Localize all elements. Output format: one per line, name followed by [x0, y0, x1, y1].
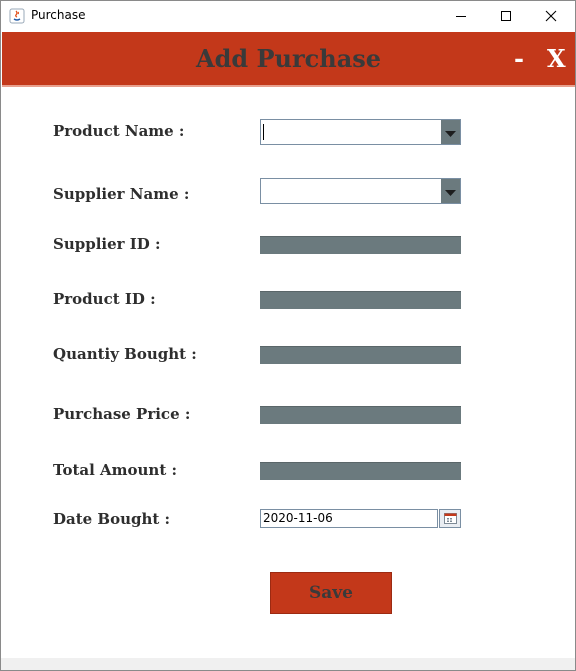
product-id-label: Product ID :	[53, 290, 156, 308]
maximize-icon	[500, 7, 512, 26]
product-name-label: Product Name :	[53, 122, 185, 140]
header-minimize-button[interactable]: -	[514, 44, 524, 73]
window-maximize-button[interactable]	[483, 1, 529, 31]
text-caret	[263, 124, 264, 140]
supplier-name-dropdown[interactable]	[260, 178, 461, 204]
total-amount-field[interactable]	[260, 462, 461, 480]
window-titlebar[interactable]: Purchase	[1, 1, 575, 31]
quantity-bought-label: Quantiy Bought :	[53, 345, 197, 363]
date-bought-label: Date Bought :	[53, 510, 171, 528]
purchase-price-field[interactable]	[260, 406, 461, 424]
quantity-bought-field[interactable]	[260, 346, 461, 364]
page-title: Add Purchase	[195, 44, 382, 73]
supplier-name-dropdown-button[interactable]	[441, 179, 460, 203]
date-bought-input[interactable]: 2020-11-06	[260, 509, 438, 528]
supplier-id-label: Supplier ID :	[53, 235, 161, 253]
window-close-button[interactable]	[528, 1, 574, 31]
java-icon	[9, 8, 25, 24]
chevron-down-icon	[445, 182, 456, 201]
date-picker-button[interactable]	[439, 509, 461, 528]
form-header: Add Purchase - X	[2, 32, 575, 87]
header-close-button[interactable]: X	[547, 44, 566, 73]
save-button[interactable]: Save	[270, 572, 392, 614]
chevron-down-icon	[445, 123, 456, 142]
product-name-dropdown-button[interactable]	[441, 120, 460, 144]
supplier-name-label: Supplier Name :	[53, 185, 190, 203]
purchase-price-label: Purchase Price :	[53, 405, 191, 423]
purchase-window: Purchase Add Purchase - X Product Name :	[0, 0, 576, 671]
window-minimize-button[interactable]	[438, 1, 484, 31]
product-id-field[interactable]	[260, 291, 461, 309]
product-name-dropdown[interactable]	[260, 119, 461, 145]
total-amount-label: Total Amount :	[53, 461, 178, 479]
window-title: Purchase	[31, 8, 86, 22]
window-bottom-edge	[1, 658, 575, 670]
calendar-icon	[443, 509, 457, 528]
close-icon	[545, 7, 557, 26]
minimize-icon	[455, 7, 467, 26]
supplier-id-field[interactable]	[260, 236, 461, 254]
